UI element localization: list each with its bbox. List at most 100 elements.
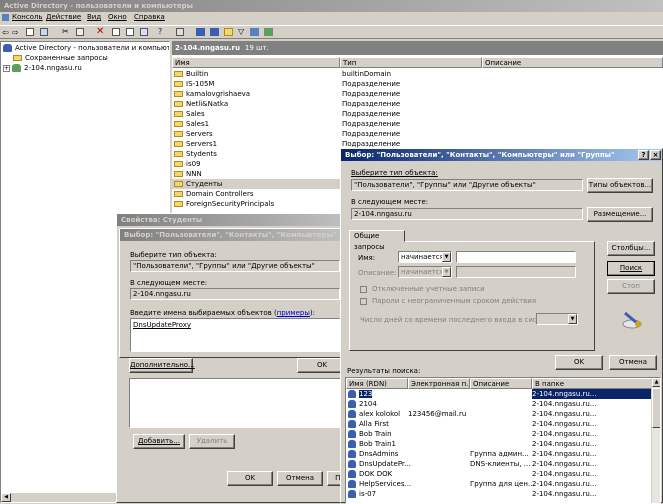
props-ok-button[interactable]: OK <box>227 471 273 486</box>
result-row[interactable]: 123 2-104.nngasu.ru... <box>346 389 652 399</box>
view-icon[interactable] <box>176 28 184 36</box>
list-item[interactable]: IS-105M Подразделение <box>172 79 663 89</box>
col-desc[interactable]: Описание <box>470 378 532 389</box>
menu-window[interactable]: Окно <box>108 13 127 21</box>
add-button[interactable]: Добавить... <box>133 434 185 449</box>
tab-common-queries[interactable]: Общие запросы <box>349 230 405 251</box>
expand-icon[interactable]: + <box>3 64 10 72</box>
result-row[interactable]: 2104 2-104.nngasu.ru... <box>346 399 652 409</box>
list-item-name: IS-105M <box>186 80 215 88</box>
group-icon <box>348 450 356 458</box>
result-row[interactable]: Bob Train1 2-104.nngasu.ru... <box>346 439 652 449</box>
menu-action[interactable]: Действие <box>46 13 81 21</box>
name-input[interactable] <box>456 251 576 263</box>
up-icon[interactable] <box>26 28 34 36</box>
list-item[interactable]: Sales1 Подразделение <box>172 119 663 129</box>
remove-button[interactable]: Удалить <box>189 434 235 449</box>
folder-icon <box>174 181 183 187</box>
refresh-icon[interactable] <box>140 28 148 36</box>
col-type[interactable]: Тип <box>340 57 482 68</box>
dropdown-icon[interactable]: ▼ <box>442 252 451 262</box>
advanced-button[interactable]: Дополнительно... <box>129 358 195 373</box>
user-icon <box>348 440 356 448</box>
properties-icon[interactable] <box>112 28 120 36</box>
list-header-bar: 2-104.nngasu.ru 19 шт. <box>172 41 663 55</box>
columns-button[interactable]: Столбцы... <box>607 241 655 256</box>
col-email[interactable]: Электронная п... <box>408 378 470 389</box>
name-operator-select[interactable]: начинается ▼ <box>398 251 452 263</box>
tree-domain[interactable]: +2-104.nngasu.ru <box>1 63 169 73</box>
col-name[interactable]: Имя <box>172 57 340 68</box>
list-item[interactable]: Servers Подразделение <box>172 129 663 139</box>
result-description: Группа для цен... <box>470 480 535 488</box>
dropdown-icon[interactable]: ▼ <box>442 267 451 277</box>
find-now-button[interactable]: Поиск <box>607 261 655 276</box>
result-row[interactable]: HelpServices... Группа для цен... 2-104.nn… <box>346 479 652 489</box>
result-row[interactable]: DnsUpdatePr... DNS-клиенты, ... 2-104.nnga… <box>346 459 652 469</box>
close-icon[interactable]: × <box>650 150 661 160</box>
col-rdn[interactable]: Имя (RDN) <box>346 378 408 389</box>
inner-type-label: Выберите тип объекта: <box>130 251 217 259</box>
ok-button[interactable]: OK <box>555 355 603 370</box>
results-vscrollbar[interactable]: ▲ <box>651 378 660 503</box>
stop-button[interactable]: Стоп <box>607 279 655 294</box>
scroll-up-icon[interactable]: ▲ <box>652 378 660 387</box>
result-row[interactable]: Alla First 2-104.nngasu.ru... <box>346 419 652 429</box>
result-row[interactable]: DOK DOK 2-104.nngasu.ru... <box>346 469 652 479</box>
description-label: Описание: <box>358 269 397 277</box>
description-operator-select[interactable]: начинается ▼ <box>398 266 452 278</box>
description-input[interactable] <box>456 266 576 278</box>
delete-icon[interactable]: ✕ <box>96 26 104 37</box>
names-textarea[interactable]: DnsUpdateProxy <box>130 318 340 352</box>
help-icon[interactable]: ? <box>158 27 162 36</box>
copy-icon[interactable] <box>76 28 84 36</box>
new-user-icon[interactable] <box>196 28 205 36</box>
result-row[interactable]: is-07 2-104.nngasu.ru... <box>346 489 652 499</box>
props-cancel-button[interactable]: Отмена <box>277 471 323 486</box>
list-item[interactable]: Netli&Natka Подразделение <box>172 99 663 109</box>
scroll-left-icon[interactable]: ◀ <box>1 493 11 502</box>
list-item[interactable]: Builtin builtinDomain <box>172 69 663 79</box>
result-row[interactable]: Bob Train 2-104.nngasu.ru... <box>346 429 652 439</box>
tree-saved-queries[interactable]: Сохраненные запросы <box>1 53 169 63</box>
cancel-button[interactable]: Отмена <box>609 355 657 370</box>
dropdown-icon[interactable]: ▼ <box>568 314 577 324</box>
menu-console[interactable]: Консоль <box>12 13 43 21</box>
cut-icon[interactable]: ✂ <box>62 27 69 36</box>
list-item-type: Подразделение <box>342 100 401 108</box>
new-group-icon[interactable] <box>210 28 219 36</box>
scroll-thumb[interactable] <box>652 388 660 428</box>
folder-icon <box>174 91 183 97</box>
domain-icon <box>12 64 21 72</box>
back-icon[interactable]: ⇦ <box>2 28 9 37</box>
col-description[interactable]: Описание <box>482 57 663 68</box>
list-item[interactable]: kamalovgrishaeva Подразделение <box>172 89 663 99</box>
members-list[interactable] <box>129 378 345 428</box>
result-name: Bob Train1 <box>359 440 397 448</box>
filter-icon[interactable]: ▽ <box>238 27 244 36</box>
menu-help[interactable]: Справка <box>134 13 165 21</box>
days-select[interactable]: ▼ <box>536 313 578 325</box>
locations-button[interactable]: Размещение... <box>587 207 653 222</box>
col-folder[interactable]: В папке <box>532 378 652 389</box>
disabled-accounts-checkbox[interactable] <box>360 286 367 293</box>
non-expiring-passwords-checkbox[interactable] <box>360 298 367 305</box>
list-item-name: Stydents <box>186 150 217 158</box>
object-types-button[interactable]: Типы объектов... <box>587 178 653 193</box>
new-ou-icon[interactable] <box>224 28 233 36</box>
list-item[interactable]: Sales Подразделение <box>172 109 663 119</box>
export-icon[interactable] <box>126 28 134 36</box>
tree-root[interactable]: Active Directory - пользователи и компью… <box>1 43 169 53</box>
menu-view[interactable]: Вид <box>87 13 101 21</box>
inner-type-field: "Пользователи", "Группы" или "Другие объ… <box>130 260 340 272</box>
result-row[interactable]: alex kolokol 123456@mail.ru 2-104.nngasu.r… <box>346 409 652 419</box>
find-icon[interactable] <box>250 28 259 36</box>
help-title-icon[interactable]: ? <box>638 150 649 160</box>
result-folder: 2-104.nngasu.ru... <box>532 470 597 478</box>
forward-icon[interactable]: ⇨ <box>12 28 19 37</box>
add-to-group-icon[interactable] <box>264 28 273 36</box>
type-label-text: Выберите тип объекта: <box>351 169 438 177</box>
examples-link[interactable]: примеры <box>277 309 310 317</box>
show-tree-icon[interactable] <box>40 28 48 36</box>
result-row[interactable]: DnsAdmins Группа админ... 2-104.nngasu.ru.… <box>346 449 652 459</box>
